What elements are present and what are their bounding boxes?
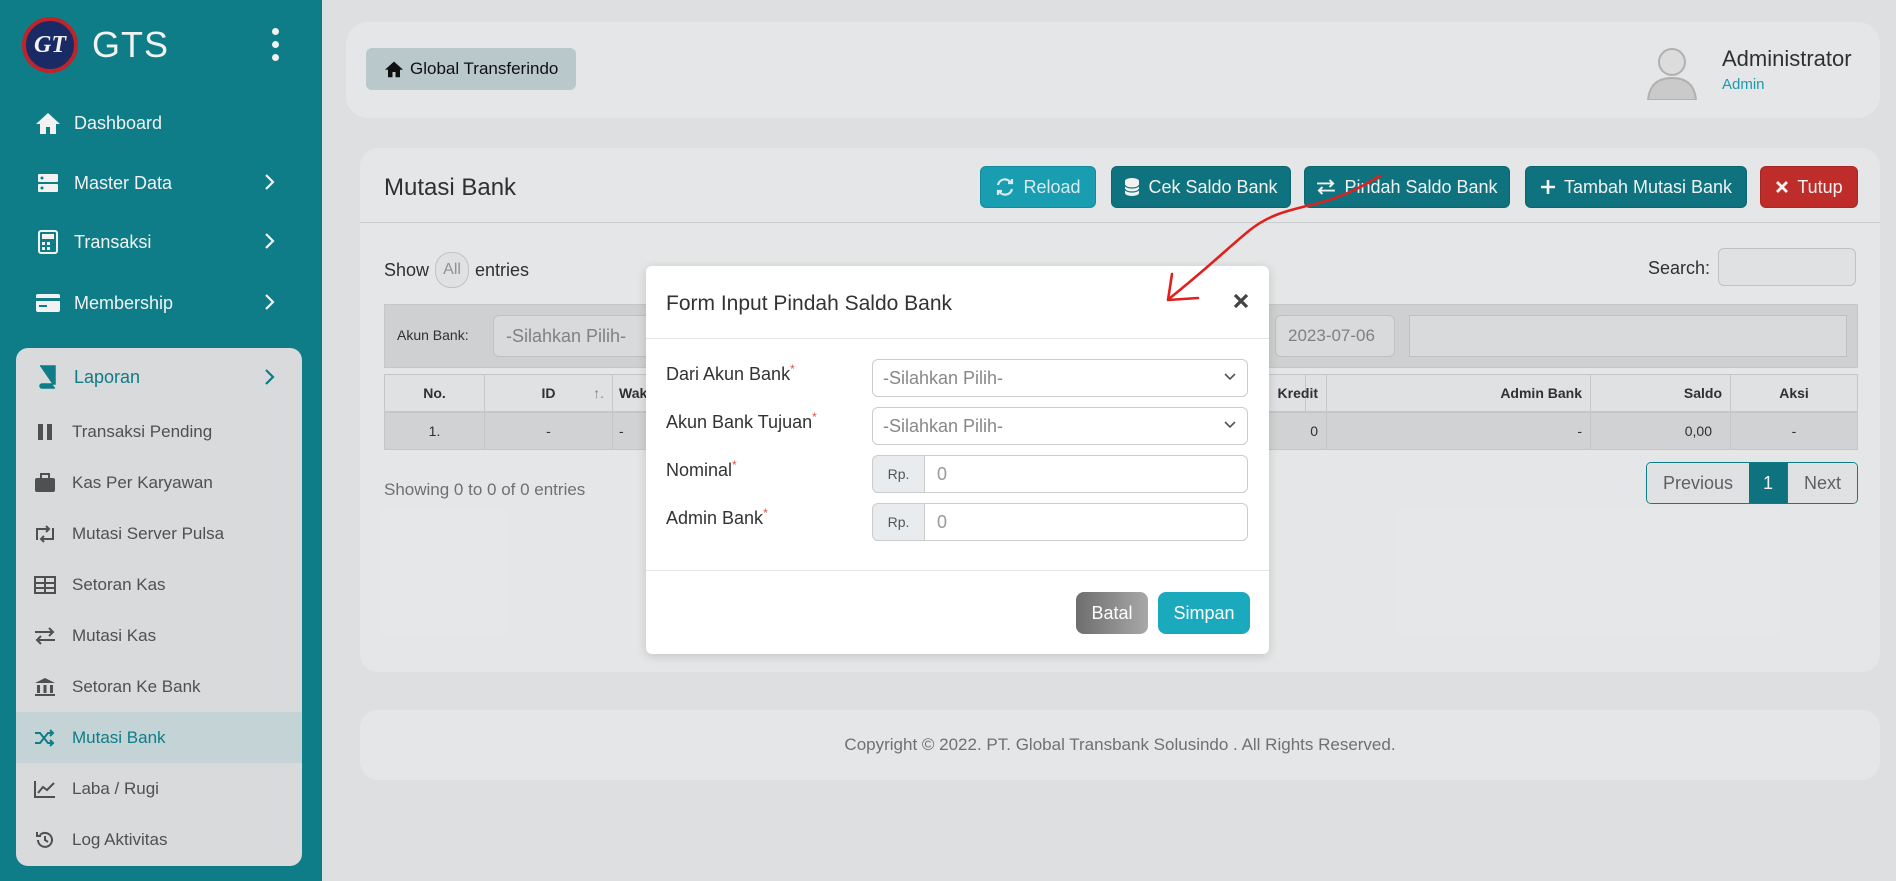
dari-akun-label: Dari Akun Bank* [666,362,795,385]
chevron-down-icon [1224,373,1236,381]
nominal-label: Nominal* [666,458,737,481]
admin-bank-input[interactable]: 0 [924,503,1248,541]
divider [646,570,1269,571]
nominal-input[interactable]: 0 [924,455,1248,493]
required-mark: * [732,458,737,472]
required-mark: * [790,362,795,376]
batal-button[interactable]: Batal [1076,592,1148,634]
label-text: Nominal [666,460,733,480]
admin-bank-input-group: Rp. 0 [872,503,1248,541]
dari-akun-select[interactable]: -Silahkan Pilih- [872,359,1248,397]
admin-bank-label: Admin Bank* [666,506,768,529]
currency-addon: Rp. [872,455,924,493]
label-text: Admin Bank [666,508,764,528]
akun-tujuan-select[interactable]: -Silahkan Pilih- [872,407,1248,445]
akun-tujuan-label: Akun Bank Tujuan* [666,410,817,433]
simpan-button[interactable]: Simpan [1158,592,1250,634]
chevron-down-icon [1224,421,1236,429]
label-text: Dari Akun Bank [666,364,791,384]
required-mark: * [763,506,768,520]
required-mark: * [812,410,817,424]
annotation-arrow [1166,174,1382,302]
pindah-saldo-modal: Form Input Pindah Saldo Bank Dari Akun B… [646,266,1269,654]
divider [646,338,1269,339]
select-value: -Silahkan Pilih- [883,415,1004,436]
label-text: Akun Bank Tujuan [666,412,813,432]
currency-addon: Rp. [872,503,924,541]
modal-title: Form Input Pindah Saldo Bank [666,292,953,315]
nominal-input-group: Rp. 0 [872,455,1248,493]
select-value: -Silahkan Pilih- [883,367,1004,388]
